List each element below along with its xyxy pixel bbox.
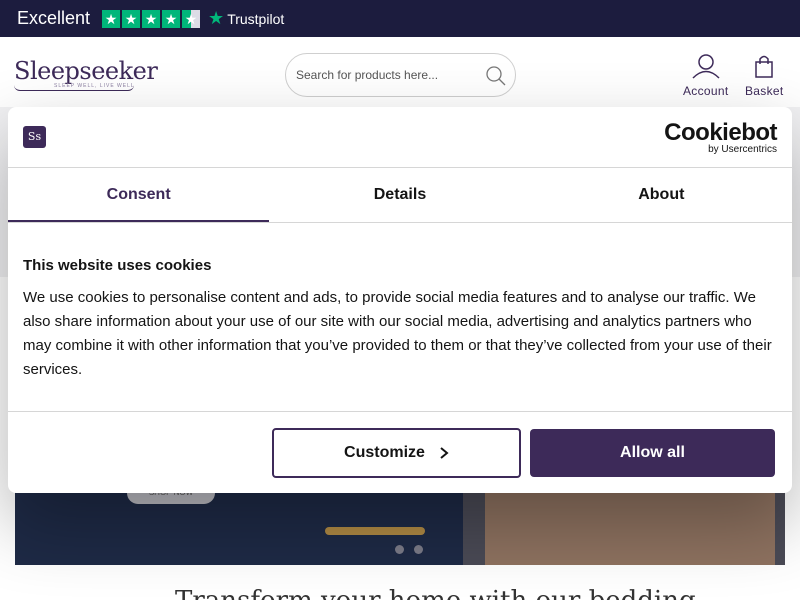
tab-about[interactable]: About bbox=[531, 168, 792, 222]
basket-button[interactable]: Basket bbox=[745, 53, 784, 98]
tab-details[interactable]: Details bbox=[269, 168, 530, 222]
site-header: Sleepseeker SLEEP WELL, LIVE WELL Accoun… bbox=[0, 37, 800, 107]
cookie-text: We use cookies to personalise content an… bbox=[23, 289, 772, 378]
trustpilot-stars: ★ ★ ★ ★ ★ bbox=[102, 9, 201, 28]
cookiebot-name: Cookiebot bbox=[664, 119, 777, 146]
cookie-body: This website uses cookies We use cookies… bbox=[8, 223, 792, 412]
site-badge-icon: Ss bbox=[23, 126, 46, 148]
cookiebot-logo[interactable]: Cookiebot by Usercentrics bbox=[664, 119, 777, 156]
half-star-icon: ★ bbox=[182, 9, 201, 28]
basket-label: Basket bbox=[745, 84, 784, 98]
carousel-dot[interactable] bbox=[414, 545, 423, 554]
cookie-heading: This website uses cookies bbox=[23, 257, 212, 274]
star-icon: ★ bbox=[102, 9, 121, 28]
trustpilot-bar[interactable]: Excellent ★ ★ ★ ★ ★ ★ Trustpilot bbox=[0, 0, 800, 37]
logo-name: Sleepseeker bbox=[14, 57, 158, 85]
cookie-dialog-header: Ss Cookiebot by Usercentrics bbox=[8, 107, 792, 168]
tab-consent[interactable]: Consent bbox=[8, 168, 270, 222]
trustpilot-brand: Trustpilot bbox=[227, 10, 285, 27]
trustpilot-logo: ★ Trustpilot bbox=[208, 8, 284, 29]
site-logo[interactable]: Sleepseeker SLEEP WELL, LIVE WELL bbox=[14, 57, 158, 91]
cookie-dialog: Ss Cookiebot by Usercentrics Consent Det… bbox=[8, 107, 792, 493]
search-icon[interactable] bbox=[485, 65, 507, 92]
carousel-dot[interactable] bbox=[395, 545, 404, 554]
star-icon: ★ bbox=[142, 9, 161, 28]
hero-side-table bbox=[325, 527, 425, 535]
allow-all-button[interactable]: Allow all bbox=[530, 429, 775, 477]
chevron-right-icon bbox=[440, 447, 449, 459]
trustpilot-rating-word: Excellent bbox=[17, 8, 91, 28]
account-label: Account bbox=[683, 84, 729, 98]
section-heading: Transform your home with our bedding bbox=[175, 586, 696, 600]
hero-carousel-dots bbox=[395, 545, 423, 554]
user-icon bbox=[692, 54, 720, 79]
trustpilot-star-icon: ★ bbox=[208, 8, 225, 28]
basket-icon bbox=[755, 55, 773, 78]
cookie-actions: Customize Allow all bbox=[8, 412, 792, 492]
account-button[interactable]: Account bbox=[683, 53, 728, 98]
customize-label: Customize bbox=[344, 444, 425, 461]
search-box[interactable] bbox=[285, 53, 516, 97]
cookie-tabs: Consent Details About bbox=[8, 168, 792, 223]
star-icon: ★ bbox=[122, 9, 141, 28]
customize-button[interactable]: Customize bbox=[272, 428, 521, 478]
search-input[interactable] bbox=[296, 68, 476, 82]
star-icon: ★ bbox=[162, 9, 181, 28]
